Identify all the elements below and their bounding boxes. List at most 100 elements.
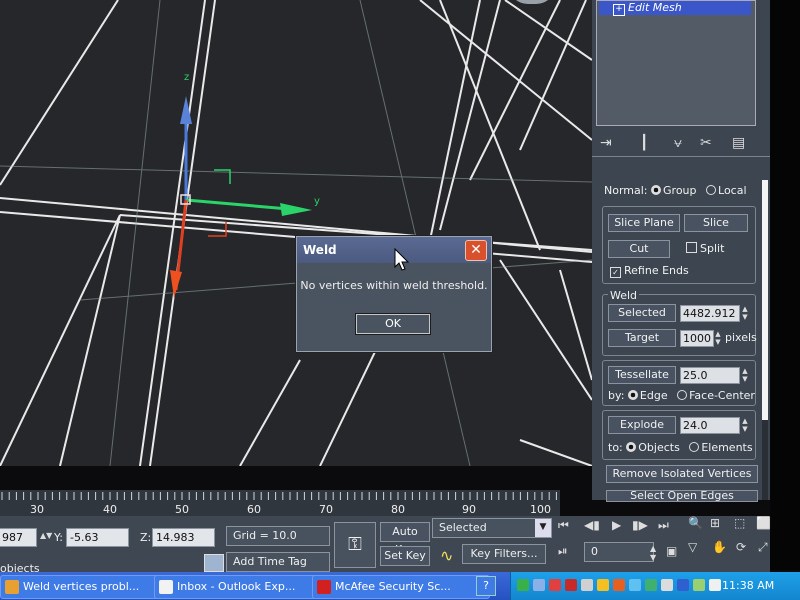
face-center-radio[interactable] (677, 390, 688, 400)
z-coordinate-field[interactable]: 14.983 (152, 528, 215, 547)
tick-label: 60 (247, 503, 261, 516)
sync-icon[interactable] (629, 579, 641, 591)
security-icon[interactable] (549, 579, 561, 591)
orbit-icon[interactable]: ⟳ (736, 540, 746, 554)
play-icon[interactable]: ▶ (612, 518, 621, 532)
wireless-icon[interactable] (709, 579, 721, 591)
antivirus-icon[interactable] (677, 579, 689, 591)
ok-button[interactable]: OK (355, 313, 431, 335)
shield-icon[interactable] (597, 579, 609, 591)
perspective-viewport[interactable]: z y (0, 0, 595, 466)
time-tag-icon[interactable] (204, 554, 224, 572)
battery-icon[interactable] (693, 579, 705, 591)
zoom-icon[interactable]: 🔍 (688, 516, 703, 530)
make-unique-icon[interactable]: ⩝ (674, 135, 682, 151)
select-open-edges-button[interactable]: Select Open Edges (606, 490, 758, 502)
task-weld-vertices[interactable]: Weld vertices probl... (0, 575, 170, 599)
grid-readout: Grid = 10.0 (226, 526, 330, 546)
pixels-label: pixels (725, 331, 757, 344)
refine-ends-checkbox[interactable]: ✓ (610, 267, 621, 278)
key-mode-toggle-icon[interactable]: ⏯ (558, 544, 568, 559)
messenger-icon[interactable] (645, 579, 657, 591)
objects-radio[interactable] (626, 442, 637, 452)
cut-button[interactable]: Cut (608, 240, 670, 258)
tick-label: 50 (175, 503, 189, 516)
volume-icon[interactable] (581, 579, 593, 591)
tessellate-spinner[interactable]: ▲ ▼ (740, 367, 750, 383)
tick-label: 30 (30, 503, 44, 516)
close-icon[interactable]: ✕ (465, 240, 487, 261)
zoom-extents-all-icon[interactable]: ⬜ (756, 516, 771, 530)
by-label: by: (608, 389, 625, 402)
weld-selected-button[interactable]: Selected (608, 304, 676, 322)
expand-icon[interactable]: + (613, 4, 625, 16)
edge-radio[interactable] (627, 390, 638, 400)
go-to-end-icon[interactable]: ⏭ (658, 518, 669, 533)
weld-target-button[interactable]: Target (608, 329, 676, 347)
weld-threshold-spinner[interactable]: ▲ ▼ (740, 305, 750, 321)
zoom-all-icon[interactable]: ⊞ (710, 516, 720, 530)
auto-key-button[interactable]: Auto Key (380, 522, 430, 556)
previous-frame-icon[interactable]: ◀▮ (584, 518, 600, 532)
set-key-mode-icon[interactable]: ⚿ (334, 522, 376, 568)
key-filters-button[interactable]: Key Filters... (462, 544, 546, 564)
y-coordinate-field[interactable]: -5.63 (66, 528, 129, 547)
face-center-label: Face-Center (689, 389, 755, 402)
stack-toolbar: ⇥ ┃ ⩝ ✂ ▤ (592, 132, 770, 157)
help-icon[interactable]: ? (476, 576, 496, 596)
acrobat-icon[interactable] (565, 579, 577, 591)
current-frame-field[interactable]: 0 (584, 542, 654, 562)
task-outlook-inbox[interactable]: Inbox - Outlook Exp... (154, 575, 328, 599)
group-radio[interactable] (651, 185, 662, 195)
modifier-item-edit-mesh[interactable]: + Edit Mesh (599, 1, 751, 16)
time-configuration-icon[interactable]: ▣ (666, 544, 677, 558)
move-gizmo[interactable] (170, 96, 312, 298)
go-to-start-icon[interactable]: ⏮ (558, 518, 569, 533)
elements-radio[interactable] (689, 442, 700, 452)
next-frame-icon[interactable]: ▮▶ (632, 518, 648, 532)
tessellate-tension-field[interactable]: 25.0 (680, 367, 740, 384)
configure-sets-icon[interactable]: ▤ (732, 135, 745, 151)
frame-spinner-icon[interactable]: ▲ ▼ (650, 544, 656, 562)
chevron-down-icon[interactable]: ▼ (535, 519, 551, 537)
tessellate-button[interactable]: Tessellate (608, 366, 676, 384)
target-pixels-spinner[interactable]: ▲ ▼ (713, 330, 723, 346)
update-icon[interactable] (613, 579, 625, 591)
local-radio[interactable] (706, 185, 717, 195)
scrollbar-thumb[interactable] (762, 180, 768, 420)
explode-button[interactable]: Explode (608, 416, 676, 434)
explode-spinner[interactable]: ▲ ▼ (740, 417, 750, 433)
selection-set-dropdown[interactable]: Selected ▼ (432, 518, 552, 538)
network-icon[interactable] (517, 579, 529, 591)
mouse-cursor-icon (394, 248, 410, 271)
add-time-tag-button[interactable]: Add Time Tag (226, 552, 330, 572)
remove-modifier-icon[interactable]: ✂ (700, 135, 712, 151)
x-spinner-icon[interactable]: ▲▼ (40, 531, 52, 540)
set-key-button[interactable]: Set Key (380, 546, 430, 566)
slice-button[interactable]: Slice (684, 214, 748, 232)
taskbar-clock[interactable]: 11:38 AM (722, 572, 774, 600)
target-pixels-field[interactable]: 1000 (680, 330, 714, 347)
field-of-view-icon[interactable]: ▽ (688, 540, 697, 554)
task-label: McAfee Security Sc... (335, 580, 451, 593)
pin-stack-icon[interactable]: ⇥ (600, 135, 612, 151)
pan-icon[interactable]: ✋ (712, 540, 727, 554)
weld-threshold-field[interactable]: 4482.912 (680, 305, 740, 322)
timeline-ruler[interactable]: 30 40 50 60 70 80 90 100 (0, 490, 560, 516)
key-tangent-icon[interactable]: ∿ (440, 546, 453, 565)
x-coordinate-field[interactable]: 987 (0, 528, 37, 547)
maximize-viewport-icon[interactable]: ⤢ (758, 540, 768, 555)
to-label: to: (608, 441, 623, 454)
remove-isolated-vertices-button[interactable]: Remove Isolated Vertices (606, 465, 758, 483)
display-icon[interactable] (533, 579, 545, 591)
slice-plane-button[interactable]: Slice Plane (608, 214, 680, 232)
show-end-result-icon[interactable]: ┃ (640, 135, 648, 151)
modifier-stack-list[interactable]: + Edit Mesh (596, 0, 756, 126)
command-panel-scrollbar[interactable] (762, 180, 768, 500)
y-label: Y: (54, 531, 63, 544)
split-checkbox[interactable] (686, 242, 697, 253)
printer-icon[interactable] (661, 579, 673, 591)
zoom-extents-icon[interactable]: ⬚ (734, 516, 745, 530)
explode-angle-field[interactable]: 24.0 (680, 417, 740, 434)
task-mcafee[interactable]: McAfee Security Sc... (312, 575, 490, 599)
